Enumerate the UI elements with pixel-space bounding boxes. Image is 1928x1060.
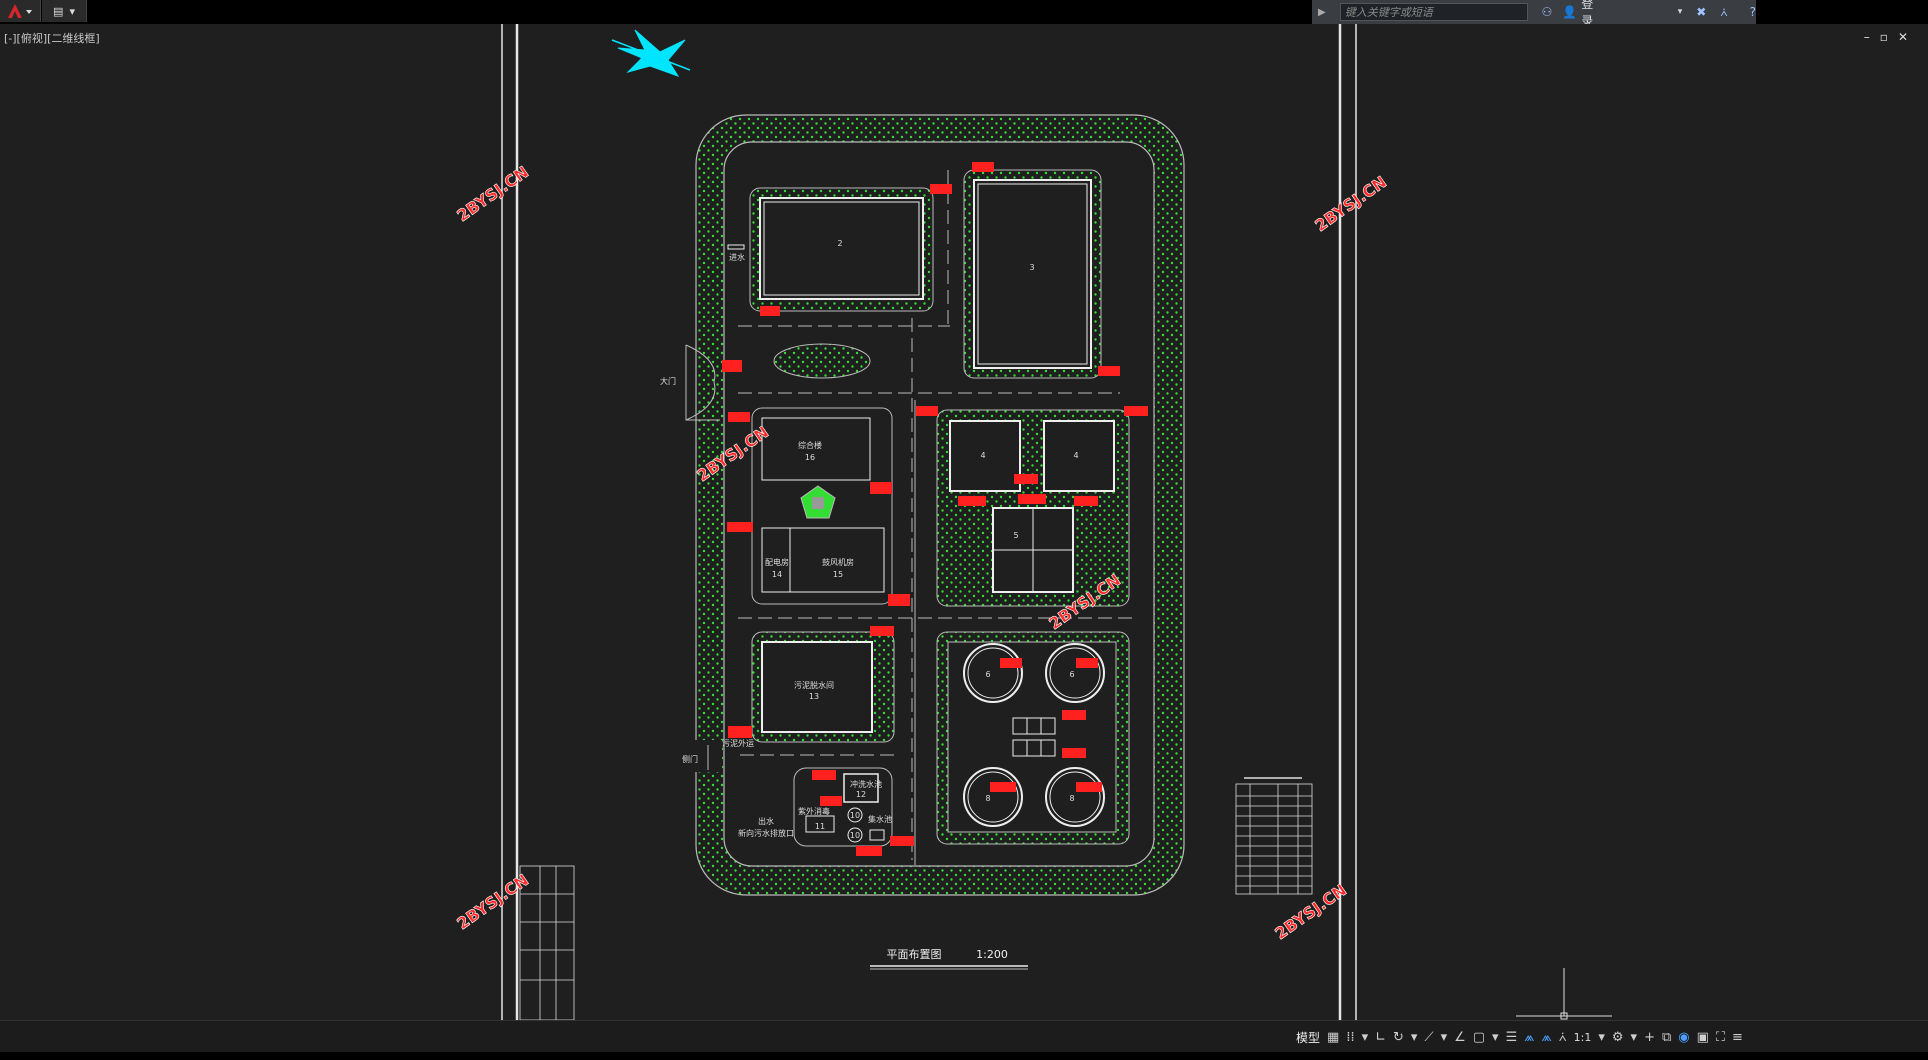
inlet-label: 进水 (729, 252, 745, 262)
chevron-down-icon[interactable]: ▾ (1492, 1030, 1499, 1045)
object-snap-icon[interactable]: ▢ (1473, 1030, 1485, 1045)
disinfection-label: 紫外消毒 (798, 806, 830, 816)
title-bar: ▤ ▾ ▶ 键入关键字或短语 ⚇ 👤 登录 ▾ ✖ ⩑ ? (0, 0, 1928, 28)
blower-room-number: 15 (833, 570, 843, 579)
outlet-label: 出水 (758, 816, 774, 826)
site-plan: 2 3 4 4 5 6 6 8 8 综合楼 16 配电房 14 鼓风机房 15 … (660, 114, 1185, 970)
workspace-gear-icon[interactable]: ⚙ (1612, 1030, 1624, 1045)
annotation-visibility-icon[interactable]: ⩕ (1524, 1030, 1534, 1045)
clarifier-8a-label: 8 (985, 794, 990, 803)
ortho-icon[interactable]: ∟ (1375, 1030, 1386, 1045)
window-controls: – ▫ ✕ (1864, 30, 1908, 44)
viewport-controls-label[interactable]: [-][俯视][二维线框] (4, 30, 100, 46)
quick-access-toolbar[interactable]: ▤ ▾ (42, 0, 87, 22)
exchange-icon[interactable]: ✖ (1696, 5, 1706, 19)
office-label: 综合楼 (798, 440, 822, 450)
binoculars-icon[interactable]: ⚇ (1542, 5, 1553, 19)
auto-scale-icon[interactable]: ⩕ (1541, 1030, 1551, 1045)
chevron-down-icon[interactable]: ▾ (1631, 1030, 1638, 1045)
chevron-down-icon[interactable]: ▾ (1411, 1030, 1418, 1045)
open-file-icon[interactable]: ▤ (53, 5, 63, 18)
units-icon[interactable]: ⧉ (1662, 1030, 1671, 1045)
close-icon[interactable]: ✕ (1898, 30, 1908, 44)
clarifier-6b-label: 6 (1069, 670, 1074, 679)
autodesk-a360-icon[interactable]: ⩑ (1720, 5, 1727, 20)
wash-pool-number: 12 (856, 790, 866, 799)
office-number: 16 (805, 453, 815, 462)
lineweight-icon[interactable]: ☰ (1506, 1030, 1518, 1045)
outlet-discharge-label: 新向污水排放口 (738, 828, 794, 838)
search-input[interactable]: 键入关键字或短语 (1339, 3, 1528, 21)
restore-icon[interactable]: ▫ (1880, 30, 1888, 44)
chevron-down-icon[interactable]: ▾ (69, 5, 75, 18)
wash-pool-label: 冲洗水池 (850, 779, 882, 789)
object-snap-tracking-icon[interactable]: ∠ (1454, 1030, 1466, 1045)
tank-10a-label: 10 (850, 811, 860, 820)
clarifier-8b-label: 8 (1069, 794, 1074, 803)
minimize-icon[interactable]: – (1864, 30, 1870, 44)
chevron-down-icon[interactable]: ▾ (1678, 7, 1683, 17)
building-4a-label: 4 (980, 451, 985, 460)
chevron-down-icon[interactable]: ▾ (1441, 1030, 1448, 1045)
ucs-icon (1516, 968, 1612, 1020)
watermark: 2BYSJ.CN (453, 162, 532, 225)
grid-icon[interactable]: ▦ (1327, 1030, 1339, 1045)
power-room-number: 14 (772, 570, 782, 579)
drawing-svg: 2 3 4 4 5 6 6 8 8 综合楼 16 配电房 14 鼓风机房 15 … (453, 24, 1612, 1021)
isometric-icon[interactable]: ⟋ (1424, 1030, 1433, 1045)
building-5-label: 5 (1013, 531, 1018, 540)
blower-room-label: 鼓风机房 (822, 557, 854, 567)
snap-icon[interactable]: ⁞⁞ (1346, 1030, 1354, 1045)
annotation-scale-icon[interactable]: ⩑ (1559, 1030, 1567, 1045)
collect-pool-label: 集水池 (868, 814, 892, 824)
application-menu-button[interactable] (0, 0, 41, 22)
tank-10b-label: 10 (850, 831, 860, 840)
status-bar-tools: 模型 ▦ ⁞⁞ ▾ ∟ ↻ ▾ ⟋ ▾ ∠ ▢ ▾ ☰ ⩕ ⩕ ⩑ 1:1 ▾ … (1296, 1024, 1743, 1050)
sludge-out-label: 污泥外运 (722, 738, 754, 748)
north-arrow-icon (611, 29, 691, 77)
isolate-objects-icon[interactable]: ◉ (1678, 1030, 1689, 1045)
bottom-edge (0, 1052, 1928, 1060)
drawing-title: 平面布置图 (887, 948, 942, 961)
annotation-scale-value[interactable]: 1:1 (1574, 1031, 1592, 1044)
building-3-label: 3 (1029, 263, 1034, 272)
building-2-label: 2 (837, 239, 842, 248)
side-gate-label: 侧门 (682, 754, 698, 764)
annotation-monitor-icon[interactable]: + (1644, 1030, 1655, 1045)
clean-screen-icon[interactable]: ⛶ (1716, 1030, 1725, 1045)
drawing-scale: 1:200 (976, 948, 1008, 961)
status-bar: 模型 ▦ ⁞⁞ ▾ ∟ ↻ ▾ ⟋ ▾ ∠ ▢ ▾ ☰ ⩕ ⩕ ⩑ 1:1 ▾ … (0, 1020, 1928, 1053)
user-icon: 👤 (1562, 5, 1578, 19)
drawing-canvas[interactable]: 2 3 4 4 5 6 6 8 8 综合楼 16 配电房 14 鼓风机房 15 … (0, 24, 1928, 1021)
model-space-button[interactable]: 模型 (1296, 1029, 1320, 1046)
watermark: 2BYSJ.CN (1311, 172, 1390, 235)
help-icon[interactable]: ? (1750, 5, 1756, 19)
title-block (519, 865, 575, 1021)
disinfection-number: 11 (815, 822, 825, 831)
hardware-acceleration-icon[interactable]: ▣ (1697, 1030, 1709, 1045)
building-4b-label: 4 (1073, 451, 1078, 460)
expand-arrow-icon[interactable]: ▶ (1318, 7, 1326, 18)
sludge-room-label: 污泥脱水间 (794, 680, 834, 690)
main-gate-label: 大门 (660, 376, 676, 386)
customization-menu-icon[interactable]: ≡ (1732, 1030, 1743, 1045)
info-center-toolbar: ▶ 键入关键字或短语 ⚇ 👤 登录 ▾ ✖ ⩑ ? (1312, 0, 1756, 28)
polar-tracking-icon[interactable]: ↻ (1393, 1030, 1404, 1045)
clarifier-6a-label: 6 (985, 670, 990, 679)
legend-table (1235, 777, 1313, 895)
chevron-down-icon[interactable]: ▾ (1598, 1030, 1605, 1045)
sludge-room-number: 13 (809, 692, 819, 701)
power-room-label: 配电房 (765, 557, 789, 567)
watermark: 2BYSJ.CN (1271, 880, 1350, 943)
chevron-down-icon[interactable]: ▾ (1362, 1030, 1369, 1045)
autocad-logo-icon (8, 4, 32, 18)
